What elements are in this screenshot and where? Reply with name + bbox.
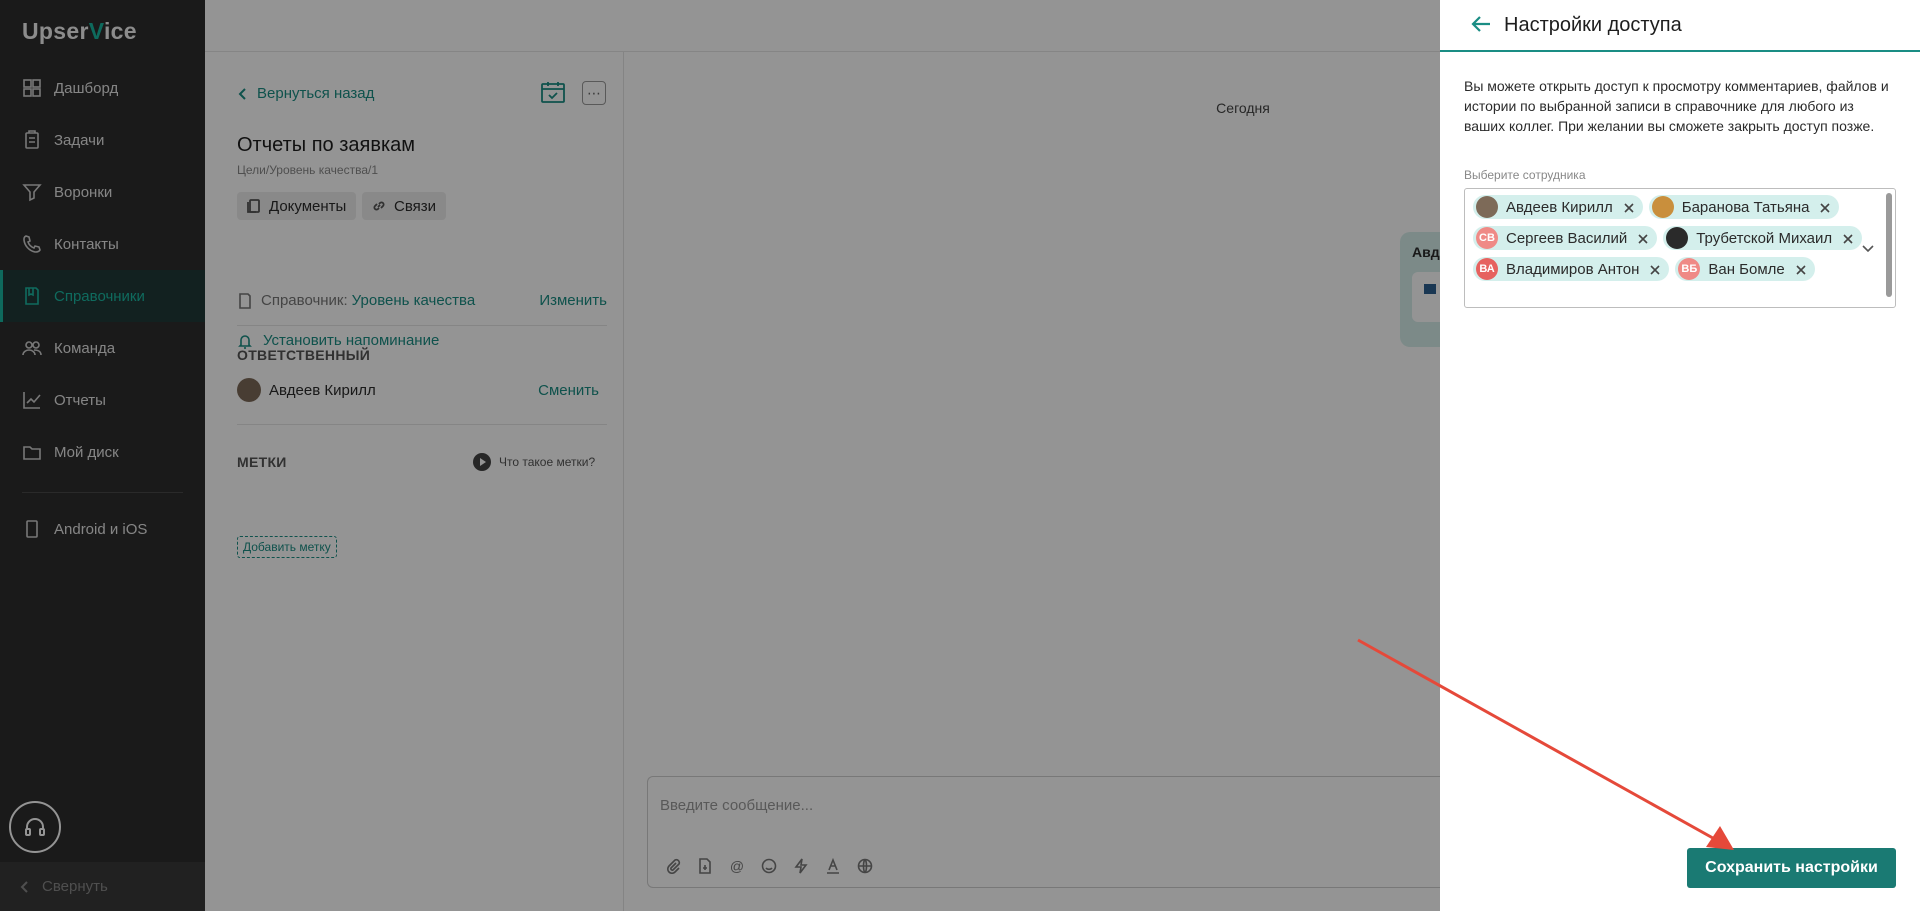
selected-employee-tag: СВ Сергеев Василий	[1473, 226, 1658, 250]
chevron-down-icon[interactable]	[1861, 241, 1875, 255]
avatar: СВ	[1476, 227, 1498, 249]
remove-tag-icon[interactable]	[1819, 201, 1831, 213]
access-settings-drawer: Настройки доступа Вы можете открыть дост…	[1440, 0, 1920, 911]
scrollbar[interactable]	[1886, 193, 1892, 297]
employee-name: Ван Бомле	[1708, 260, 1785, 278]
save-settings-button[interactable]: Сохранить настройки	[1687, 848, 1896, 888]
employee-name: Баранова Татьяна	[1681, 198, 1810, 216]
drawer-header: Настройки доступа	[1440, 0, 1920, 52]
remove-tag-icon[interactable]	[1637, 232, 1649, 244]
remove-tag-icon[interactable]	[1649, 263, 1661, 275]
employee-name: Авдеев Кирилл	[1506, 198, 1613, 216]
selected-employee-tag: ВА Владимиров Антон	[1473, 257, 1670, 281]
drawer-title: Настройки доступа	[1504, 14, 1682, 36]
selected-employee-tag: Авдеев Кирилл	[1473, 195, 1643, 219]
employee-name: Сергеев Василий	[1506, 229, 1628, 247]
selected-employee-tag: Трубетской Михаил	[1663, 226, 1863, 250]
selected-employee-tag: ВБ Ван Бомле	[1675, 257, 1815, 281]
modal-overlay[interactable]	[0, 0, 1440, 911]
employee-name: Владимиров Антон	[1506, 260, 1640, 278]
arrow-left-icon[interactable]	[1470, 13, 1492, 35]
avatar: ВА	[1476, 258, 1498, 280]
employee-select-label: Выберите сотрудника	[1464, 168, 1586, 182]
avatar	[1651, 196, 1674, 218]
remove-tag-icon[interactable]	[1795, 263, 1807, 275]
remove-tag-icon[interactable]	[1623, 201, 1635, 213]
drawer-description: Вы можете открыть доступ к просмотру ком…	[1464, 78, 1889, 134]
employee-multiselect[interactable]: Авдеев Кирилл Баранова Татьяна СВ Сергее…	[1464, 188, 1896, 308]
employee-name: Трубетской Михаил	[1696, 229, 1833, 247]
selected-employees: Авдеев Кирилл Баранова Татьяна СВ Сергее…	[1473, 195, 1863, 281]
avatar	[1666, 227, 1689, 249]
avatar: ВБ	[1678, 258, 1701, 280]
remove-tag-icon[interactable]	[1842, 232, 1854, 244]
avatar	[1476, 196, 1498, 218]
selected-employee-tag: Баранова Татьяна	[1648, 195, 1840, 219]
